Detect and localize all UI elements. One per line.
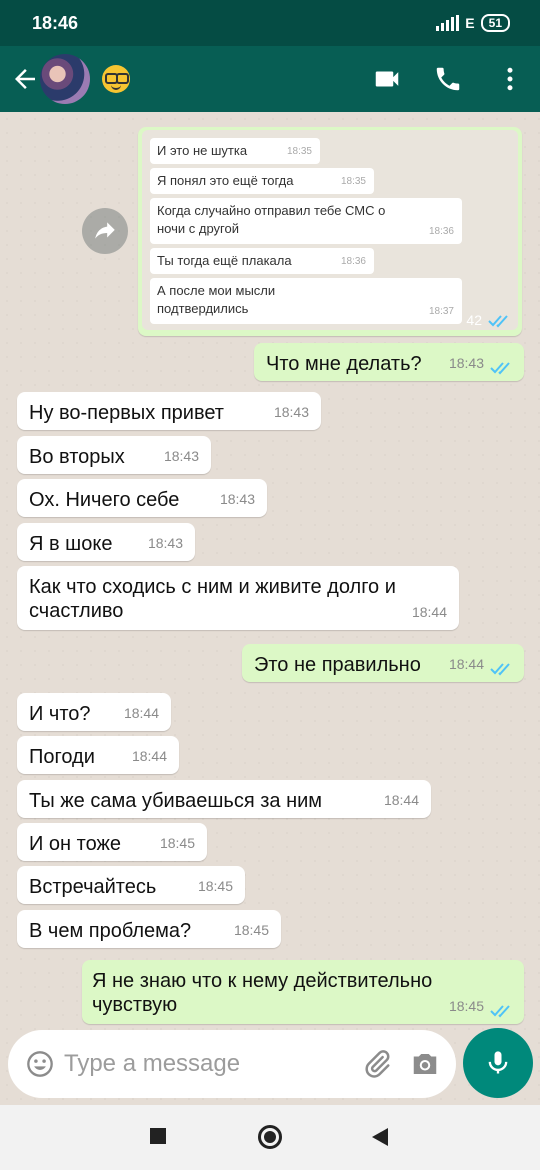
message-input[interactable]: Type a message bbox=[64, 1050, 240, 1078]
mini-message: А после мои мысли подтвердились 18:37 bbox=[150, 278, 462, 324]
message-outgoing[interactable]: Это не правильно 18:44 bbox=[242, 644, 524, 682]
forward-button[interactable] bbox=[82, 208, 128, 254]
contact-avatar[interactable] bbox=[40, 54, 90, 104]
home-button[interactable] bbox=[258, 1125, 282, 1149]
message-outgoing[interactable]: Я не знаю что к нему действительно чувст… bbox=[82, 960, 524, 1024]
message-text: Во вторых bbox=[29, 446, 125, 468]
network-type: E bbox=[465, 15, 475, 31]
message-time: 18:45 bbox=[233, 922, 269, 938]
message-time: 18:43 bbox=[147, 535, 183, 551]
message-time: 18:45 bbox=[197, 878, 233, 894]
mini-message: И это не шутка 18:35 bbox=[150, 138, 320, 164]
message-text: Ну во-первых привет bbox=[29, 402, 224, 424]
image-message[interactable]: И это не шутка 18:35 Я понял это ещё тогд… bbox=[138, 127, 522, 336]
camera-icon[interactable] bbox=[410, 1049, 440, 1079]
message-time: 18:44 bbox=[411, 604, 447, 620]
message-text: Это не правильно bbox=[254, 654, 421, 676]
message-incoming[interactable]: Ох. Ничего себе 18:43 bbox=[17, 479, 267, 517]
message-time: 18:45 bbox=[448, 998, 484, 1014]
message-text: Ты же сама убиваешься за ним bbox=[29, 790, 323, 812]
message-incoming[interactable]: Погоди 18:44 bbox=[17, 736, 179, 774]
message-incoming[interactable]: Как что сходись с ним и живите долго и с… bbox=[17, 566, 459, 630]
message-time: 18:43 bbox=[273, 404, 309, 420]
screenshot-image: И это не шутка 18:35 Я понял это ещё тогд… bbox=[142, 130, 518, 330]
message-text: Ох. Ничего себе bbox=[29, 489, 180, 511]
message-outgoing[interactable]: Что мне делать? 18:43 bbox=[254, 343, 524, 381]
more-options-icon[interactable] bbox=[495, 64, 525, 94]
message-time: 18:45 bbox=[159, 835, 195, 851]
mini-message: Когда случайно отправил тебе СМС о ночи … bbox=[150, 198, 462, 244]
message-incoming[interactable]: Во вторых 18:43 bbox=[17, 436, 211, 474]
message-input-bar: Type a message bbox=[8, 1030, 456, 1098]
message-time: 18:43 bbox=[448, 355, 484, 371]
message-text: В чем проблема? bbox=[29, 920, 192, 942]
message-incoming[interactable]: Встречайтесь 18:45 bbox=[17, 866, 245, 904]
message-time: 18:43 bbox=[163, 448, 199, 464]
emoji-icon[interactable] bbox=[26, 1050, 54, 1078]
message-text: Как что сходись с ним и живите долго и с… bbox=[29, 576, 396, 622]
message-incoming[interactable]: Ну во-первых привет 18:43 bbox=[17, 392, 321, 430]
message-time: 18:44 bbox=[123, 705, 159, 721]
nerd-face-icon bbox=[102, 65, 130, 93]
message-text: Встречайтесь bbox=[29, 876, 157, 898]
message-text: Я не знаю что к нему действительно чувст… bbox=[92, 970, 433, 1016]
recents-button[interactable] bbox=[150, 1128, 166, 1144]
message-time: 42 bbox=[466, 312, 482, 328]
message-incoming[interactable]: И он тоже 18:45 bbox=[17, 823, 207, 861]
message-time: 18:44 bbox=[131, 748, 167, 764]
microphone-icon bbox=[488, 1051, 508, 1074]
read-ticks-icon bbox=[488, 315, 508, 328]
back-arrow-icon[interactable] bbox=[10, 64, 40, 94]
message-text: Погоди bbox=[29, 746, 95, 768]
video-call-icon[interactable] bbox=[372, 64, 402, 94]
message-time: 18:43 bbox=[219, 491, 255, 507]
voice-call-icon[interactable] bbox=[433, 64, 463, 94]
signal-icon bbox=[436, 15, 460, 31]
message-incoming[interactable]: В чем проблема? 18:45 bbox=[17, 910, 281, 948]
read-ticks-icon bbox=[490, 362, 510, 375]
mic-button[interactable] bbox=[463, 1028, 533, 1098]
mini-message: Я понял это ещё тогда 18:35 bbox=[150, 168, 374, 194]
message-text: Что мне делать? bbox=[266, 353, 422, 375]
message-incoming[interactable]: Я в шоке 18:43 bbox=[17, 523, 195, 561]
message-time: 18:44 bbox=[448, 656, 484, 672]
back-button[interactable] bbox=[372, 1128, 388, 1146]
mini-message: Ты тогда ещё плакала 18:36 bbox=[150, 248, 374, 274]
status-time: 18:46 bbox=[32, 13, 79, 33]
read-ticks-icon bbox=[490, 663, 510, 676]
message-time: 18:44 bbox=[383, 792, 419, 808]
message-text: Я в шоке bbox=[29, 533, 113, 555]
forward-icon bbox=[95, 222, 115, 239]
battery-icon: 51 bbox=[480, 14, 510, 32]
message-incoming[interactable]: Ты же сама убиваешься за ним 18:44 bbox=[17, 780, 431, 818]
message-text: И он тоже bbox=[29, 833, 121, 855]
message-text: И что? bbox=[29, 703, 91, 725]
status-bar: 18:46 E 51 bbox=[0, 0, 540, 46]
chat-header bbox=[0, 46, 540, 112]
status-icons: E 51 bbox=[436, 13, 510, 33]
attach-icon[interactable] bbox=[362, 1049, 392, 1079]
read-ticks-icon bbox=[490, 1005, 510, 1018]
message-incoming[interactable]: И что? 18:44 bbox=[17, 693, 171, 731]
